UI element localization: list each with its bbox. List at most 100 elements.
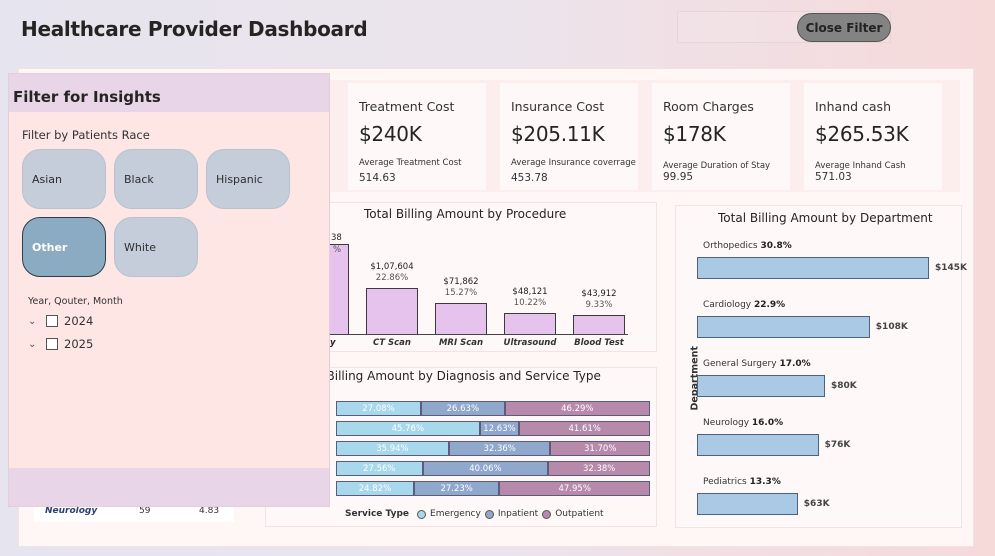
procedure-bar xyxy=(435,303,487,334)
kpi-value: $205.11K xyxy=(511,122,605,146)
department-percent: 13.3% xyxy=(749,477,781,487)
department-name: Cardiology xyxy=(703,300,754,310)
procedure-category-label: Blood Test xyxy=(574,338,624,348)
stacked-segment-emergency: 24.82% xyxy=(336,481,414,496)
procedure-category-label: CT Scan xyxy=(373,338,411,348)
kpi-sub-label: Average Treatment Cost xyxy=(359,158,462,168)
legend-title: Service Type xyxy=(345,509,410,519)
department-percent: 22.9% xyxy=(753,300,786,310)
legend-dot-outpatient xyxy=(542,509,552,519)
stacked-segment-outpatient: 41.61% xyxy=(519,421,650,436)
procedure-category-label: Ultrasound xyxy=(503,338,557,348)
procedure-percent-label-partial: % xyxy=(333,245,342,255)
race-button-hispanic[interactable]: Hispanic xyxy=(206,149,290,209)
year-label: 2024 xyxy=(64,314,94,328)
race-button-label: Asian xyxy=(32,172,63,186)
kpi-sub-value: 514.63 xyxy=(359,172,396,184)
legend-label-inpatient[interactable]: Inpatient xyxy=(498,509,538,519)
department-percent: 30.8% xyxy=(760,241,792,251)
department-bar xyxy=(697,493,798,515)
stacked-segment-inpatient: 26.63% xyxy=(421,401,505,416)
filter-panel-footer xyxy=(9,468,329,506)
diagnosis-chart-title: al Billing Amount by Diagnosis and Servi… xyxy=(312,369,601,383)
procedure-percent-label: 9.33% xyxy=(585,300,613,311)
table-cell-count: 59 xyxy=(139,506,151,516)
table-cell-value: 4.83 xyxy=(199,506,220,516)
chevron-down-icon[interactable]: ⌄ xyxy=(28,339,40,350)
kpi-sub-label: Average Insurance coverrage xyxy=(511,158,636,168)
kpi-value: $265.53K xyxy=(815,122,909,146)
kpi-value: $240K xyxy=(359,122,422,146)
date-hierarchy-label: Year, Qouter, Month xyxy=(28,296,123,307)
procedure-percent-label: 22.86% xyxy=(375,273,409,283)
year-tree-item-2025[interactable]: ⌄ 2025 xyxy=(28,337,93,351)
kpi-inhand-cash: Inhand cash $265.53K Average Inhand Cash… xyxy=(804,83,942,190)
chevron-down-icon[interactable]: ⌄ xyxy=(28,316,40,327)
kpi-value: $178K xyxy=(663,122,726,146)
legend-label-emergency[interactable]: Emergency xyxy=(430,509,481,519)
procedure-value-label: $48,121 xyxy=(512,287,548,298)
procedure-value-label: $1,07,604 xyxy=(370,262,414,272)
race-button-label: Other xyxy=(32,240,68,254)
procedure-value-label: $71,862 xyxy=(443,277,479,288)
stacked-bar-row: 24.82% 27.23% 47.95% xyxy=(336,481,650,496)
stacked-bar-row: 45.76% 12.63% 41.61% xyxy=(336,421,650,436)
department-percent: 17.0% xyxy=(779,359,811,369)
procedure-category-label-partial: y xyxy=(330,338,336,348)
kpi-sub-value: 571.03 xyxy=(815,171,852,183)
department-category-label: General Surgery 17.0% xyxy=(703,359,811,369)
procedure-percent-label: 10.22% xyxy=(513,298,547,309)
kpi-title: Treatment Cost xyxy=(359,99,455,114)
kpi-room-charges: Room Charges $178K Average Duration of S… xyxy=(652,83,790,190)
kpi-title: Insurance Cost xyxy=(511,99,605,114)
kpi-sub-label: Average Inhand Cash xyxy=(815,161,906,171)
stacked-segment-emergency: 27.56% xyxy=(336,461,423,476)
procedure-percent-label: 15.27% xyxy=(444,288,478,299)
kpi-sub-line: Average Duration of Stay 99.95 xyxy=(663,161,790,183)
race-button-white[interactable]: White xyxy=(114,217,198,277)
kpi-sub-label: Average Duration of Stay xyxy=(663,161,771,171)
race-button-label: White xyxy=(124,240,156,254)
legend-dot-inpatient xyxy=(484,509,494,519)
department-name: General Surgery xyxy=(703,359,780,369)
stacked-segment-outpatient: 46.29% xyxy=(504,401,650,416)
kpi-insurance-cost: Insurance Cost $205.11K Average Insuranc… xyxy=(500,83,638,190)
stacked-segment-inpatient: 32.36% xyxy=(448,441,551,456)
procedure-value-label-partial: 38 xyxy=(331,233,342,243)
department-value-label: $63K xyxy=(803,499,830,509)
stacked-segment-inpatient: 40.06% xyxy=(422,461,549,476)
stacked-segment-inpatient: 27.23% xyxy=(413,481,500,496)
page-title: Healthcare Provider Dashboard xyxy=(21,17,368,41)
year-tree-item-2024[interactable]: ⌄ 2024 xyxy=(28,314,93,328)
procedure-bar xyxy=(573,315,625,334)
close-filter-button[interactable]: Close Filter xyxy=(797,13,891,42)
legend-label-outpatient[interactable]: Outpatient xyxy=(555,509,603,519)
procedure-category-label: MRI Scan xyxy=(438,338,484,348)
department-category-label: Cardiology 22.9% xyxy=(703,300,785,310)
procedure-bar xyxy=(366,288,418,334)
kpi-sub-line: Average Inhand Cash 571.03 xyxy=(815,161,942,183)
checkbox[interactable] xyxy=(46,315,58,327)
stacked-bar-row: 35.94% 32.36% 31.70% xyxy=(336,441,650,456)
race-button-black[interactable]: Black xyxy=(114,149,198,209)
kpi-title: Room Charges xyxy=(663,99,754,114)
stacked-bar-row: 27.56% 40.06% 32.38% xyxy=(336,461,650,476)
stacked-segment-outpatient: 32.38% xyxy=(548,461,650,476)
stacked-segment-outpatient: 31.70% xyxy=(550,441,650,456)
department-chart-title: Total Billing Amount by Department xyxy=(718,211,933,225)
department-name: Pediatrics xyxy=(703,477,750,487)
race-button-other[interactable]: Other xyxy=(22,217,106,277)
department-bar xyxy=(697,375,825,397)
department-bar xyxy=(697,434,819,456)
checkbox[interactable] xyxy=(46,338,58,350)
kpi-sub-value: 453.78 xyxy=(511,172,548,184)
service-type-legend: Service Type Emergency Inpatient Outpati… xyxy=(345,509,604,519)
procedure-value-label: $43,912 xyxy=(581,289,617,300)
stacked-segment-emergency: 45.76% xyxy=(336,421,480,436)
race-button-asian[interactable]: Asian xyxy=(22,149,106,209)
filter-panel-title: Filter for Insights xyxy=(13,88,161,106)
department-percent: 16.0% xyxy=(751,418,784,428)
kpi-title: Inhand cash xyxy=(815,99,891,114)
stacked-segment-outpatient: 47.95% xyxy=(499,481,650,496)
stacked-bar-row: 27.08% 26.63% 46.29% xyxy=(336,401,650,416)
